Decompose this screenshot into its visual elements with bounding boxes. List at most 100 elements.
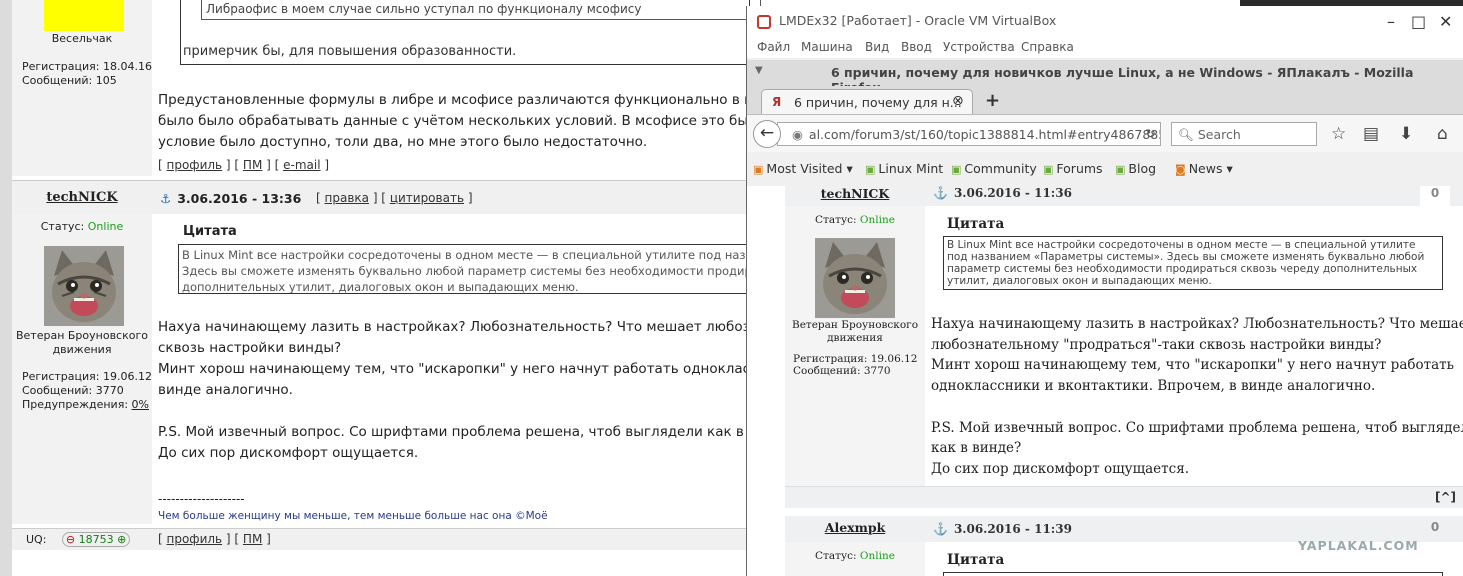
bookmark-label: News	[1188, 161, 1223, 176]
user1-posts: Сообщений: 105	[22, 74, 117, 87]
kitten-avatar	[44, 246, 124, 326]
post2-line: Нахуа начинающему лазить в настройках? Л…	[158, 319, 775, 335]
reading-list-icon[interactable]: ▤	[1363, 124, 1379, 144]
quote-line: дополнительных утилит, диалоговых окон и…	[182, 280, 579, 294]
restore-button[interactable]: □	[1411, 12, 1426, 31]
cite-link[interactable]: цитировать	[390, 191, 464, 205]
warn-value[interactable]: 0%	[132, 398, 149, 411]
post-date-text: 3.06.2016 - 11:36	[953, 186, 1072, 200]
url-bar[interactable]: ◉ al.com/forum3/st/160/topic1388814.html…	[777, 122, 1161, 146]
bookmark-news[interactable]: ◙ News ▾	[1175, 161, 1233, 176]
status-value: Online	[859, 550, 895, 562]
tab-strip: Я 6 причин, почему для н... ⊗ +	[747, 86, 1463, 114]
post2-author[interactable]: Alexmpk	[785, 520, 925, 535]
quote-line: Здесь вы сможете изменять буквально любо…	[182, 264, 758, 278]
menu-file[interactable]: Файл	[757, 40, 790, 54]
virtualbox-icon	[757, 15, 771, 29]
user-meta: Регистрация: 19.06.12 Сообщений: 3770 Пр…	[22, 370, 152, 412]
firefox-titlebar[interactable]: ▼ 6 причин, почему для новичков лучше Li…	[747, 60, 1463, 95]
uq-rating: UQ: ⊖ 18753 ⊕	[26, 532, 131, 547]
quote1-tail: примерчик бы, для повышения образованнос…	[183, 44, 517, 59]
reload-icon[interactable]: ↻	[1146, 126, 1156, 141]
post2-score: 0	[1430, 520, 1440, 534]
menu-view[interactable]: Вид	[865, 40, 889, 54]
minimize-button[interactable]: –	[1387, 12, 1395, 31]
pm-link[interactable]: ПМ	[243, 532, 262, 546]
status-line: Статус: Online	[785, 214, 925, 226]
user-reg: Регистрация: 19.06.12	[22, 370, 152, 383]
post-line: P.S. Мой извечный вопрос. Со шрифтами пр…	[931, 419, 1463, 436]
tab-close-icon[interactable]: ⊗	[952, 93, 964, 109]
page-margin	[747, 186, 783, 576]
anchor-icon[interactable]: ⚓	[160, 191, 171, 206]
signature-divider: --------------------	[158, 492, 245, 506]
post1-line: Предустановленные формулы в либре и мсоф…	[158, 92, 770, 108]
menu-help[interactable]: Справка	[1021, 40, 1074, 54]
minus-icon[interactable]: ⊖	[66, 533, 75, 546]
user-warnings: Предупреждения: 0%	[22, 398, 152, 412]
bookmark-star-icon[interactable]: ☆	[1331, 124, 1346, 144]
vbox-titlebar[interactable]: LMDEx32 [Работает] - Oracle VM VirtualBo…	[747, 6, 1463, 36]
post1-line: условие было доступно, толи два, но мне …	[158, 134, 648, 150]
edit-link[interactable]: правка	[325, 191, 370, 205]
search-placeholder: Search	[1197, 127, 1241, 142]
post2-author[interactable]: techNICK	[12, 190, 152, 205]
anchor-icon[interactable]: ⚓	[933, 186, 948, 200]
post-line: любознательному "продраться"-таки сквозь…	[931, 336, 1382, 353]
user-posts: Сообщений: 3770	[22, 384, 124, 397]
watermark: YAPLAKAL.COM	[1298, 538, 1419, 553]
new-tab-button[interactable]: +	[985, 90, 1000, 111]
post2-line: винде аналогично.	[158, 382, 293, 398]
search-field[interactable]: 🔍︎ Search	[1171, 122, 1317, 146]
downloads-icon[interactable]: ⬇	[1399, 124, 1413, 144]
home-icon[interactable]: ⌂	[1437, 124, 1448, 144]
back-button[interactable]: ←	[753, 120, 781, 148]
window-menu-icon[interactable]: ▼	[755, 65, 763, 76]
bookmark-community[interactable]: ▣ Community	[951, 161, 1037, 176]
bookmark-blog[interactable]: ▣ Blog	[1115, 161, 1156, 176]
menu-devices[interactable]: Устройства	[943, 40, 1015, 54]
ps-line: До сих пор дискомфорт ощущается.	[158, 445, 419, 461]
close-button[interactable]: ✕	[1439, 12, 1452, 31]
signature: Чем больше женщину мы меньше, тем меньше…	[158, 510, 548, 522]
profile-link[interactable]: профиль	[167, 158, 223, 172]
user-rank: Ветеран Броуновского движения	[785, 319, 925, 345]
plus-icon[interactable]: ⊕	[117, 533, 126, 546]
rating-badge: ⊖ 18753 ⊕	[61, 532, 131, 547]
pm-link[interactable]: ПМ	[243, 158, 262, 172]
bookmark-label: Linux Mint	[878, 161, 944, 176]
ps-line: P.S. Мой извечный вопрос. Со шрифтами пр…	[158, 424, 774, 440]
status-label: Статус:	[815, 214, 857, 226]
warn-label: Предупреждения:	[22, 398, 129, 411]
virtualbox-window[interactable]: LMDEx32 [Работает] - Oracle VM VirtualBo…	[746, 6, 1463, 576]
bookmark-forums[interactable]: ▣ Forums	[1043, 161, 1103, 176]
bookmark-most-visited[interactable]: ▣ Most Visited ▾	[753, 161, 853, 176]
user1-name: Весельчак	[51, 32, 113, 45]
scroll-top-button[interactable]: [^]	[1435, 490, 1456, 504]
tab-title: 6 причин, почему для н...	[794, 95, 962, 110]
post2-date: ⚓ 3.06.2016 - 13:36	[160, 191, 301, 206]
post-line: До сих пор дискомфорт ощущается.	[931, 460, 1189, 477]
user-rank: Ветеран Броуновского движения	[12, 329, 152, 357]
rank-line: Ветеран Броуновского	[15, 329, 148, 342]
menu-input[interactable]: Ввод	[901, 40, 932, 54]
bookmark-label: Blog	[1128, 161, 1157, 176]
url-text: al.com/forum3/st/160/topic1388814.html#e…	[808, 127, 1161, 142]
search-icon: 🔍︎	[1178, 127, 1194, 142]
post2-quote-box	[943, 572, 1443, 576]
bookmark-linux-mint[interactable]: ▣ Linux Mint	[865, 161, 943, 176]
status-line: Статус: Online	[12, 220, 152, 233]
anchor-icon[interactable]: ⚓	[933, 522, 948, 536]
post1-links: [ профиль ] [ ПМ ] [ e-mail ]	[158, 158, 330, 172]
post2-line: сквозь настройки винды?	[158, 340, 342, 356]
post-author[interactable]: techNICK	[785, 186, 925, 201]
email-link[interactable]: e-mail	[283, 158, 320, 172]
folder-icon: ▣	[753, 163, 764, 176]
kitten-avatar	[815, 238, 895, 318]
post2-status: Статус: Online	[785, 550, 925, 562]
profile-link[interactable]: профиль	[167, 532, 223, 546]
vbox-title: LMDEx32 [Работает] - Oracle VM VirtualBo…	[779, 13, 1057, 28]
rank-line: Ветеран Броуновского	[791, 319, 919, 331]
menu-machine[interactable]: Машина	[801, 40, 853, 54]
tab-active[interactable]: Я 6 причин, почему для н... ⊗	[761, 89, 973, 114]
